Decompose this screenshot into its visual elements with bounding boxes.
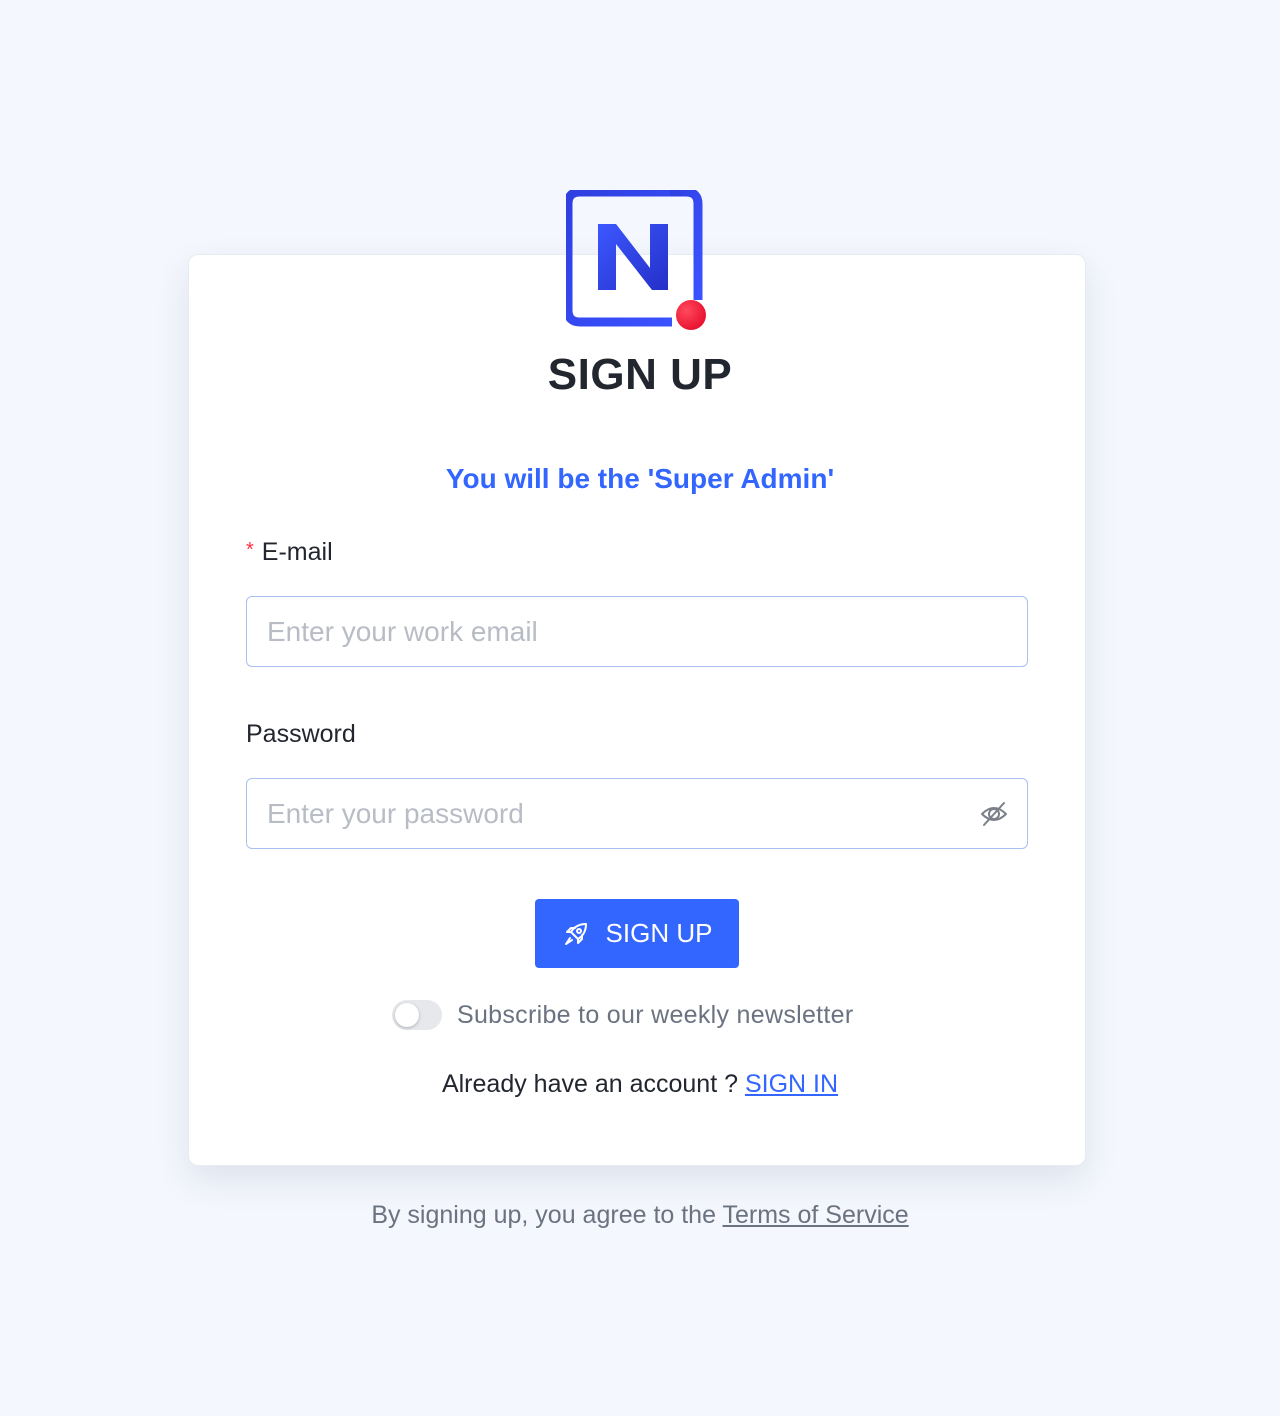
eye-slash-icon[interactable] [979,799,1009,829]
newsletter-toggle[interactable] [392,1000,442,1030]
signin-row: Already have an account ? SIGN IN [0,1070,1280,1099]
signin-prompt: Already have an account ? [441,1070,738,1098]
signup-button[interactable]: SIGN UP [535,899,739,968]
toggle-knob [395,1003,419,1027]
required-mark: * [246,539,254,561]
email-label: * E-mail [246,538,333,567]
password-field[interactable] [267,779,967,848]
email-field[interactable] [267,597,967,666]
email-label-text: E-mail [261,538,333,566]
terms-row: By signing up, you agree to the Terms of… [0,1201,1280,1230]
password-field-box [246,778,1028,849]
signup-button-label: SIGN UP [605,918,713,948]
password-label: Password [246,720,356,748]
super-admin-note: You will be the 'Super Admin' [445,463,835,494]
newsletter-label: Subscribe to our weekly newsletter [457,1000,854,1029]
terms-prompt: By signing up, you agree to the [371,1201,716,1229]
email-field-box [246,596,1028,667]
terms-of-service-link[interactable]: Terms of Service [723,1201,909,1229]
newsletter-row: Subscribe to our weekly newsletter [392,1000,854,1030]
n-logo-icon [566,190,706,330]
page-title: SIGN UP [547,350,733,399]
signin-link[interactable]: SIGN IN [745,1070,838,1098]
rocket-icon [564,922,587,945]
